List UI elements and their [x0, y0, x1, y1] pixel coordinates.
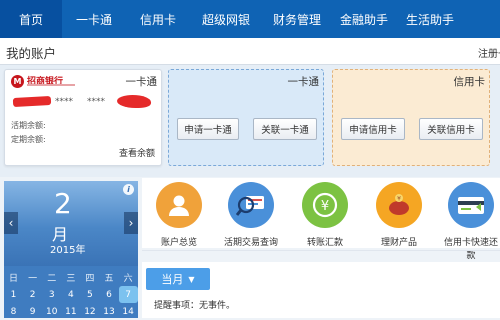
onecard-placeholder-card: 一卡通 申请一卡通 关联一卡通: [168, 69, 324, 166]
redaction-mark: [12, 96, 52, 107]
shortcut-wealth-products[interactable]: ¥ 理财产品: [368, 182, 428, 248]
shortcut-label: 账户总览: [160, 238, 197, 248]
current-balance-label: 活期余额:: [11, 121, 46, 130]
shortcut-current-transactions[interactable]: 活期交易查询: [220, 182, 280, 248]
shortcut-bar: 账户总览 活期交易查询 ¥ 转账汇款 ¥ 理财产品 信用卡快速还 款: [142, 178, 500, 261]
calendar-date[interactable]: 1: [4, 286, 23, 303]
view-balance-link[interactable]: 查看余额: [119, 146, 155, 159]
bank-logo-icon: M: [11, 75, 24, 88]
calendar-day: 2: [54, 187, 72, 220]
calendar-date[interactable]: 4: [61, 286, 80, 303]
info-icon[interactable]: i: [123, 184, 134, 195]
account-header: 我的账户 注册一: [0, 38, 500, 65]
calendar-week: 8 9 10 11 12 13 14: [4, 303, 138, 320]
credit-card-icon: [448, 182, 494, 228]
nav-finance-assistant[interactable]: 金融助手: [332, 0, 396, 38]
calendar-grid: 日 一 二 三 四 五 六 1 2 3 4 5 6 7 8 9 10 11 12…: [4, 269, 138, 320]
link-credit-card-button[interactable]: 关联信用卡: [419, 118, 483, 140]
cards-area: M 招商银行 一卡通 **** **** 活期余额: 定期余额: 查看余额 一卡…: [0, 65, 500, 177]
nav-finance-management[interactable]: 财务管理: [262, 0, 332, 38]
shortcut-credit-card-repay[interactable]: 信用卡快速还 款: [440, 182, 500, 261]
svg-text:¥: ¥: [397, 196, 401, 203]
calendar-date[interactable]: 12: [80, 303, 99, 320]
apply-credit-card-button[interactable]: 申请信用卡: [341, 118, 405, 140]
chevron-left-icon[interactable]: ‹: [4, 212, 18, 234]
weekday-label: 二: [47, 274, 57, 284]
redaction-mark: [117, 95, 151, 108]
card-title: 信用卡: [453, 76, 486, 88]
yen-transfer-icon: ¥: [302, 182, 348, 228]
fixed-balance-label: 定期余额:: [11, 135, 46, 144]
masked-number-1: ****: [55, 97, 73, 107]
top-nav: 首页 一卡通 信用卡 超级网银 财务管理 金融助手 生活助手: [0, 0, 500, 38]
calendar-date[interactable]: 2: [23, 286, 42, 303]
month-button-label: 当月: [161, 273, 184, 286]
card-title: 一卡通: [287, 76, 320, 88]
calendar-date[interactable]: 3: [42, 286, 61, 303]
page-title: 我的账户: [6, 46, 57, 61]
nav-home[interactable]: 首页: [0, 0, 62, 38]
calendar-widget: 2 月 2015年 ‹ › i 日 一 二 三 四 五 六 1 2 3 4 5 …: [4, 181, 138, 318]
nav-super-ebank[interactable]: 超级网银: [190, 0, 262, 38]
magnifier-card-icon: [228, 182, 274, 228]
weekday-label: 四: [85, 274, 95, 284]
calendar-date[interactable]: 9: [23, 303, 42, 320]
calendar-date[interactable]: 11: [61, 303, 80, 320]
shortcut-label: 活期交易查询: [223, 238, 278, 248]
masked-number-2: ****: [87, 97, 105, 107]
weekday-label: 一: [28, 274, 38, 284]
weekday-label: 日: [9, 274, 19, 284]
shortcut-label: 信用卡快速还: [443, 238, 498, 248]
weekday-label: 六: [123, 274, 133, 284]
shortcut-account-overview[interactable]: 账户总览: [148, 182, 208, 248]
bank-logo-subtitle: [27, 84, 75, 86]
calendar-year: 2015年: [50, 245, 86, 256]
divider: [142, 250, 500, 251]
calendar-date[interactable]: 5: [80, 286, 99, 303]
bank-card[interactable]: M 招商银行 一卡通 **** **** 活期余额: 定期余额: 查看余额: [4, 69, 162, 166]
nav-onecard[interactable]: 一卡通: [62, 0, 126, 38]
calendar-week: 1 2 3 4 5 6 7: [4, 286, 138, 303]
calendar-date-today[interactable]: 7: [118, 286, 138, 303]
svg-text:¥: ¥: [321, 199, 329, 214]
shortcut-transfer[interactable]: ¥ 转账汇款: [294, 182, 354, 248]
weekday-header: 日 一 二 三 四 五 六: [4, 269, 138, 286]
caret-down-icon: ▼: [188, 274, 195, 284]
link-onecard-button[interactable]: 关联一卡通: [253, 118, 317, 140]
reminder-text: 提醒事项：无事件。: [154, 301, 236, 311]
person-icon: [156, 182, 202, 228]
shortcut-label: 转账汇款: [306, 238, 343, 248]
shortcut-label: 理财产品: [380, 238, 417, 248]
piggy-bank-icon: ¥: [376, 182, 422, 228]
bank-card-type: 一卡通: [125, 76, 158, 88]
schedule-panel: 当月 ▼ 提醒事项：无事件。: [142, 262, 500, 318]
weekday-label: 五: [104, 274, 114, 284]
apply-onecard-button[interactable]: 申请一卡通: [177, 118, 239, 140]
chevron-right-icon[interactable]: ›: [124, 212, 138, 234]
calendar-date[interactable]: 13: [99, 303, 118, 320]
month-dropdown-button[interactable]: 当月 ▼: [146, 268, 210, 290]
calendar-date-panel: 2 月 2015年 ‹ › i: [4, 181, 138, 266]
nav-life-assistant[interactable]: 生活助手: [396, 0, 464, 38]
nav-credit-card[interactable]: 信用卡: [126, 0, 190, 38]
calendar-date[interactable]: 10: [42, 303, 61, 320]
register-link[interactable]: 注册一: [478, 45, 500, 60]
creditcard-placeholder-card: 信用卡 申请信用卡 关联信用卡: [332, 69, 490, 166]
calendar-date[interactable]: 14: [119, 303, 138, 320]
calendar-date[interactable]: 8: [4, 303, 23, 320]
weekday-label: 三: [66, 274, 76, 284]
calendar-date[interactable]: 6: [99, 286, 118, 303]
